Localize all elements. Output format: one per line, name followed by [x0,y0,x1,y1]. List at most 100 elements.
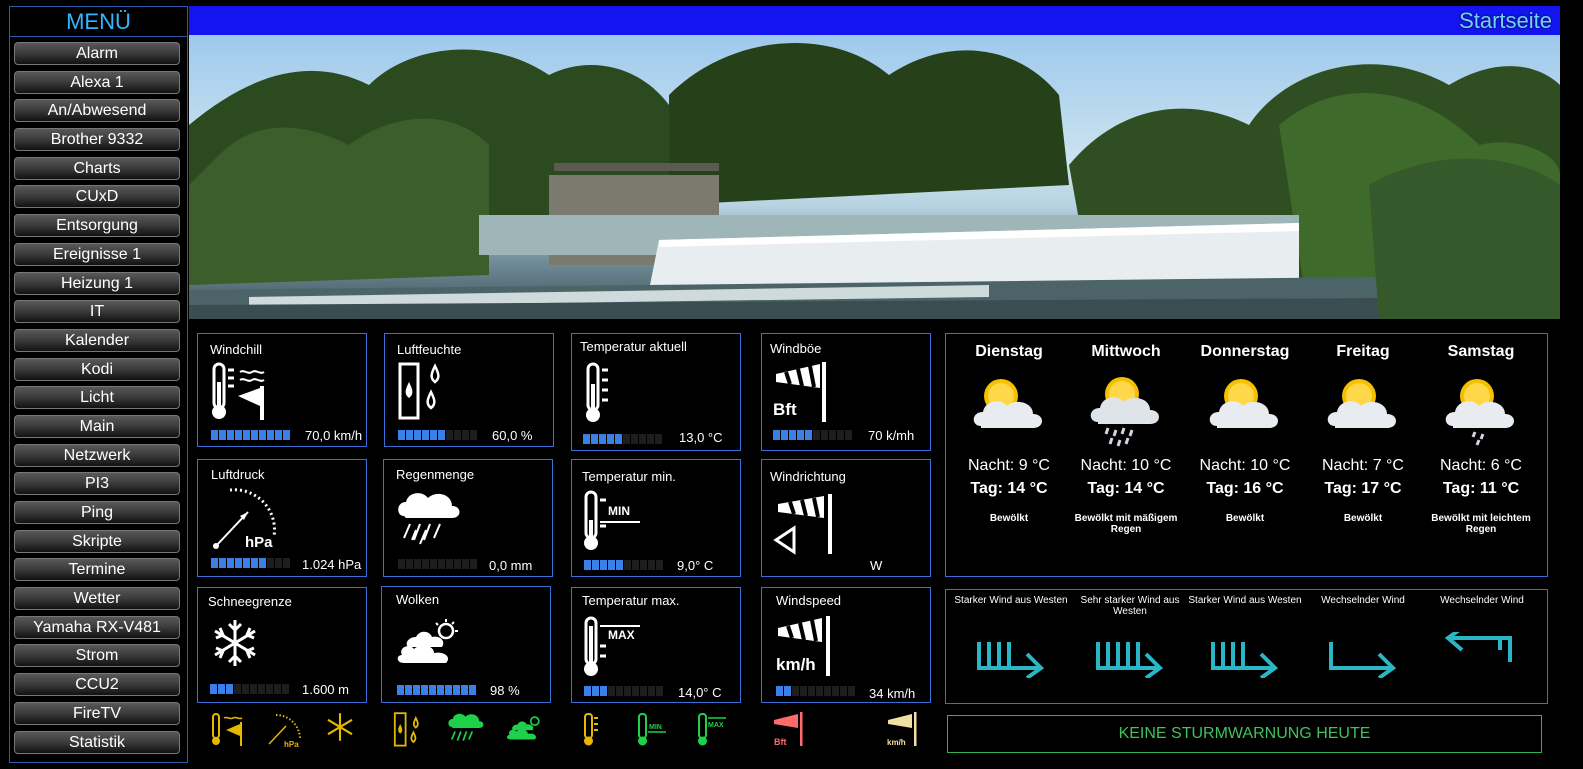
menu-item-kalender[interactable]: Kalender [14,328,180,352]
level-segment [655,434,662,444]
menu-item-kodi[interactable]: Kodi [14,357,180,381]
menu-item-yamaha[interactable]: Yamaha RX-V481 [14,615,180,639]
menu-item-firetv[interactable]: FireTV [14,701,180,725]
level-segment [227,430,234,440]
level-segment [805,430,812,440]
barometer-mini-icon[interactable]: hPa [266,712,302,748]
menu-item-alarm[interactable]: Alarm [14,42,180,65]
menu-item-charts[interactable]: Charts [14,156,180,180]
menu-item-alexa[interactable]: Alexa 1 [14,70,180,94]
tile-value: 1.024 hPa [302,557,362,572]
tile-temperatur-max[interactable]: Temperatur max. MAX 14,0° C [571,587,741,703]
menu-item-brother[interactable]: Brother 9332 [14,128,180,152]
partly-cloudy-icon [973,379,1042,428]
menu-item-ping[interactable]: Ping [14,501,180,524]
level-segment [789,430,796,440]
tile-label: Regenmenge [396,467,475,482]
menu-item-wetter[interactable]: Wetter [14,587,180,611]
level-segment [259,430,266,440]
tile-windspeed[interactable]: Windspeed km/h 34 km/h [761,587,931,703]
tile-label: Wolken [396,592,440,607]
menu-item-main[interactable]: Main [14,414,180,438]
forecast-desc: Bewölkt [989,513,1029,524]
tile-luftfeuchte[interactable]: Luftfeuchte 60,0 % [384,333,554,447]
level-segment [282,684,289,694]
humidity-mini-icon[interactable] [393,712,423,748]
menu-item-licht[interactable]: Licht [14,386,180,410]
forecast-daytemp: Tag: 14 °C [1087,480,1165,497]
thermometer-max-mini-icon[interactable]: MAX [696,712,728,748]
menu-item-strom[interactable]: Strom [14,644,180,668]
tile-value: 70 k/mh [868,428,915,443]
menu-item-heizung[interactable]: Heizung 1 [14,271,180,295]
level-segment [800,686,807,696]
level-segment [454,559,461,569]
forecast-day-name: Dienstag [975,343,1043,360]
menu-item-cuxd[interactable]: CUxD [14,185,180,209]
thermometer-min-mini-icon[interactable]: MIN [636,712,668,748]
level-segment [267,558,274,568]
forecast-night: Nacht: 9 °C [968,457,1050,474]
menu-item-termine[interactable]: Termine [14,558,180,582]
sidebar-menu: MENÜ Alarm Alexa 1 An/Abwesend Brother 9… [9,6,188,763]
windboe-mini-icon[interactable]: Bft [772,712,806,748]
tile-temperatur-min[interactable]: Temperatur min. MIN 9,0° C [571,459,741,577]
cloud-rain-icon [1090,377,1159,447]
tile-windrichtung[interactable]: Windrichtung W [761,459,931,577]
menu-item-it[interactable]: IT [14,300,180,324]
level-segment [640,686,647,696]
tile-luftdruck[interactable]: Luftdruck hPa 1.024 hPa [197,459,367,577]
tile-label: Luftdruck [211,467,265,482]
menu-item-ccu2[interactable]: CCU2 [14,673,180,697]
weather-forecast: Dienstag Nacht: 9 °C Tag: 14 °C Bewölkt … [945,333,1548,577]
partly-cloudy-icon [1209,379,1278,428]
wolken-level-bar [397,685,476,695]
menu-item-entsorgung[interactable]: Entsorgung [14,214,180,238]
menu-item-anabwesend[interactable]: An/Abwesend [14,99,180,123]
thermometer-mini-icon[interactable] [582,712,602,748]
windspeed-mini-icon[interactable]: km/h [886,712,920,748]
partly-cloudy-icon [1327,379,1396,428]
temp-min-icon-text: MIN [608,504,630,518]
menu-item-statistik[interactable]: Statistik [14,730,180,754]
rain-cloud-icon [398,493,460,545]
snowflake-mini-icon[interactable] [325,712,355,742]
level-segment [235,558,242,568]
tile-temperatur-aktuell[interactable]: Temperatur aktuell 13,0 °C [571,333,741,451]
menu-item-skripte[interactable]: Skripte [14,529,180,553]
windchill-mini-icon[interactable] [210,712,246,748]
menu-list: Alarm Alexa 1 An/Abwesend Brother 9332 C… [14,42,183,759]
menu-item-pi3[interactable]: PI3 [14,472,180,496]
level-segment [218,684,225,694]
level-segment [591,434,598,444]
cloud-mini-icon[interactable] [506,712,544,744]
tile-wolken[interactable]: Wolken 98 % [381,586,551,703]
level-segment [599,434,606,444]
wind-text: Starker Wind aus Westen [1188,595,1302,606]
level-segment [210,684,217,694]
tile-schneegrenze[interactable]: Schneegrenze 1.600 m [197,587,367,703]
tile-windboe[interactable]: Windböe Bft 70 k/mh [761,333,931,451]
tile-regenmenge[interactable]: Regenmenge 0,0 mm [383,459,553,577]
menu-item-ereignisse[interactable]: Ereignisse 1 [14,242,180,266]
forecast-day-name: Samstag [1447,343,1515,360]
level-segment [430,559,437,569]
cloud-sun-icon [397,619,458,663]
tile-value: 1.600 m [302,682,349,697]
rain-mini-icon[interactable] [447,712,485,744]
tile-windchill[interactable]: Windchill 70,0 km/h [197,333,367,447]
tile-value: 14,0° C [678,685,722,700]
level-segment [837,430,844,440]
level-segment [776,686,783,696]
level-segment [624,686,631,696]
luftdruck-level-bar [211,558,290,568]
level-segment [832,686,839,696]
level-segment [413,685,420,695]
tile-value: 60,0 % [492,428,533,443]
level-segment [242,684,249,694]
level-segment [251,430,258,440]
tile-value: 70,0 km/h [305,428,363,443]
menu-item-netzwerk[interactable]: Netzwerk [14,443,180,467]
level-segment [462,430,469,440]
level-segment [784,686,791,696]
